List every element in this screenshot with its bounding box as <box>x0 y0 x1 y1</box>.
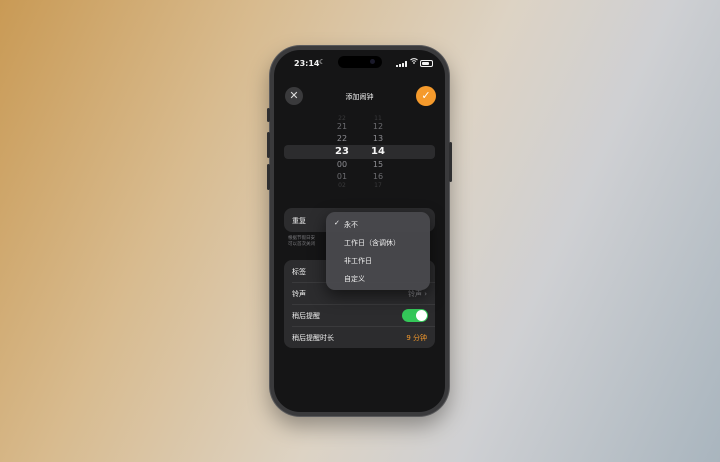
hour-option[interactable]: 02 <box>327 183 357 189</box>
option-label: 工作日（含调休） <box>344 239 400 247</box>
hour-option[interactable]: 21 <box>327 121 357 133</box>
minute-option[interactable]: 17 <box>363 183 393 189</box>
option-label: 自定义 <box>344 275 365 283</box>
picker-selection-bar <box>284 145 435 159</box>
repeat-label: 重复 <box>292 217 306 225</box>
minute-option[interactable]: 13 <box>363 133 393 145</box>
selected-hour[interactable]: 23 <box>327 145 357 159</box>
snooze-duration-label: 稍后提醒时长 <box>292 334 334 342</box>
snooze-label: 稍后提醒 <box>292 312 320 320</box>
check-icon: ✓ <box>421 89 431 102</box>
snooze-duration-row[interactable]: 稍后提醒时长 9 分钟 <box>284 326 435 348</box>
ringtone-value: 铃声 › <box>407 290 427 298</box>
minute-option[interactable]: 12 <box>363 121 393 133</box>
battery-icon <box>420 60 433 67</box>
wifi-icon <box>410 58 418 66</box>
volume-down-button <box>267 164 270 190</box>
hour-option[interactable]: 00 <box>327 159 357 171</box>
repeat-option-workdays[interactable]: 工作日（含调休） <box>326 233 430 251</box>
footnote-line: 可以首次关闭 <box>288 242 315 247</box>
ringtone-label: 铃声 <box>292 290 306 298</box>
repeat-option-non-workdays[interactable]: 非工作日 <box>326 251 430 269</box>
repeat-option-never[interactable]: ✓ 永不 <box>326 215 430 233</box>
label-row-title: 标签 <box>292 268 306 276</box>
signal-icon <box>396 61 408 67</box>
option-label: 永不 <box>344 221 358 229</box>
hour-wheel[interactable]: 22 21 22 23 00 01 02 <box>327 116 357 189</box>
power-button <box>449 142 452 182</box>
repeat-footnote: 根据节假日安 可以首次关闭 <box>288 236 315 248</box>
snooze-toggle[interactable] <box>402 309 428 322</box>
minute-option[interactable]: 15 <box>363 159 393 171</box>
option-label: 非工作日 <box>344 257 372 265</box>
selected-minute[interactable]: 14 <box>363 145 393 159</box>
minute-wheel[interactable]: 11 12 13 14 15 16 17 <box>363 116 393 189</box>
confirm-button[interactable]: ✓ <box>416 86 436 106</box>
hour-option[interactable]: 22 <box>327 133 357 145</box>
time-picker[interactable]: 22 21 22 23 00 01 02 11 12 13 14 15 16 1… <box>274 116 445 189</box>
phone-frame: 23:14 ☾ ✕ 添加闹钟 ✓ 22 21 22 23 00 01 02 11… <box>267 46 452 416</box>
repeat-option-custom[interactable]: 自定义 <box>326 269 430 287</box>
chevron-right-icon: › <box>424 290 427 298</box>
alarm-header: ✕ 添加闹钟 ✓ <box>274 84 445 110</box>
moon-icon: ☾ <box>319 58 326 66</box>
repeat-dropdown-menu: ✓ 永不 工作日（含调休） 非工作日 自定义 <box>326 212 430 290</box>
volume-up-button <box>267 132 270 158</box>
status-time: 23:14 <box>294 59 320 68</box>
dynamic-island <box>338 56 382 68</box>
toggle-knob <box>416 310 427 321</box>
status-bar: 23:14 ☾ <box>274 50 445 72</box>
action-button <box>267 108 270 122</box>
snooze-row: 稍后提醒 <box>284 304 435 326</box>
snooze-duration-value: 9 分钟 <box>406 334 427 342</box>
check-icon: ✓ <box>334 219 340 227</box>
screen: 23:14 ☾ ✕ 添加闹钟 ✓ 22 21 22 23 00 01 02 11… <box>274 50 445 412</box>
